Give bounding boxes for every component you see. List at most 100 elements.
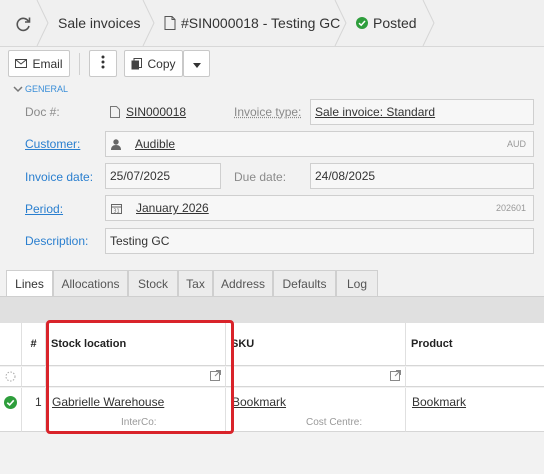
copy-dropdown-button[interactable] <box>183 50 210 77</box>
row-number-cell: 1 <box>22 388 46 432</box>
due-date-field[interactable]: 24/08/2025 <box>310 163 534 189</box>
spinner-icon <box>5 371 16 385</box>
tab-lines[interactable]: Lines <box>6 270 53 297</box>
doc-number-link[interactable]: SIN000018 <box>126 105 186 119</box>
filter-cell-sku[interactable] <box>226 367 406 387</box>
column-header-status <box>0 323 22 366</box>
section-title: GENERAL <box>25 84 69 94</box>
filter-cell-product[interactable] <box>406 367 544 387</box>
description-field[interactable]: Testing GC <box>105 228 534 254</box>
invoice-type-label: Invoice type: <box>234 105 302 119</box>
customer-currency: AUD <box>506 139 526 149</box>
tab-defaults[interactable]: Defaults <box>273 270 336 296</box>
filter-cell-number[interactable] <box>22 367 46 387</box>
section-general-toggle[interactable]: GENERAL <box>13 84 68 94</box>
status-label: Posted <box>373 15 417 31</box>
breadcrumb-separator-icon <box>142 0 156 46</box>
row-status-cell <box>0 388 22 432</box>
due-date-label: Due date: <box>234 170 287 184</box>
status-badge: Posted <box>356 0 417 46</box>
check-circle-icon <box>356 17 368 29</box>
doc-number-label: Doc #: <box>25 105 60 119</box>
check-circle-icon <box>4 396 17 412</box>
period-field[interactable]: 31 January 2026 202601 <box>105 195 534 221</box>
lines-grid: # Stock location SKU Product 1 Gabrielle… <box>0 323 544 474</box>
description-value: Testing GC <box>110 234 170 248</box>
toolbar-divider <box>79 53 80 75</box>
breadcrumb: Sale invoices #SIN000018 - Testing GC Po… <box>0 0 544 47</box>
more-options-button[interactable] <box>89 50 117 77</box>
tab-label: Defaults <box>282 276 327 291</box>
customer-link[interactable]: Audible <box>135 137 175 151</box>
tab-label: Stock <box>137 276 168 291</box>
invoice-date-value: 25/07/2025 <box>110 169 171 183</box>
due-date-value: 24/08/2025 <box>315 169 376 183</box>
breadcrumb-invoice[interactable]: #SIN000018 - Testing GC <box>164 0 340 46</box>
filter-cell-status[interactable] <box>0 367 22 387</box>
customer-field[interactable]: Audible AUD <box>105 131 534 157</box>
column-header-label: SKU <box>231 338 255 350</box>
breadcrumb-separator-icon <box>422 0 436 46</box>
column-header-sku[interactable]: SKU <box>226 323 406 366</box>
envelope-icon <box>15 59 28 68</box>
tab-address[interactable]: Address <box>213 270 273 296</box>
period-link[interactable]: January 2026 <box>136 201 209 215</box>
breadcrumb-sale-invoices[interactable]: Sale invoices <box>58 0 141 46</box>
column-header-stock-location[interactable]: Stock location <box>46 323 226 366</box>
doc-number-field[interactable]: SIN000018 <box>105 99 229 125</box>
refresh-icon[interactable] <box>12 13 34 35</box>
period-code: 202601 <box>495 203 526 213</box>
copy-label: Copy <box>147 56 176 71</box>
column-header-label: # <box>30 338 37 350</box>
tab-label: Address <box>220 276 266 291</box>
interco-caption: InterCo: <box>121 417 157 428</box>
invoice-type-field[interactable]: Sale invoice: Standard <box>310 99 534 125</box>
product-link[interactable]: Bookmark <box>412 395 466 409</box>
document-icon <box>164 16 176 30</box>
tab-bar: Lines Allocations Stock Tax Address Defa… <box>0 270 544 297</box>
tab-label: Allocations <box>61 276 120 291</box>
toolbar: Email Copy <box>0 47 544 83</box>
caret-down-icon <box>192 57 201 71</box>
external-link-icon[interactable] <box>390 370 401 384</box>
breadcrumb-label: #SIN000018 - Testing GC <box>181 15 341 31</box>
kebab-menu-icon <box>101 55 105 72</box>
invoice-date-label: Invoice date: <box>25 170 94 184</box>
person-icon <box>111 138 121 150</box>
column-header-label: Product <box>411 338 453 350</box>
copy-button[interactable]: Copy <box>124 50 183 77</box>
tab-stock[interactable]: Stock <box>128 270 178 296</box>
breadcrumb-separator-icon <box>36 0 50 46</box>
email-label: Email <box>32 56 63 71</box>
invoice-type-link[interactable]: Sale invoice: Standard <box>315 105 435 119</box>
tab-label: Log <box>346 276 368 291</box>
external-link-icon[interactable] <box>210 370 221 384</box>
customer-label[interactable]: Customer: <box>25 137 80 151</box>
calendar-icon: 31 <box>111 203 122 214</box>
document-icon <box>110 106 120 118</box>
copy-icon <box>131 57 143 70</box>
breadcrumb-separator-icon <box>334 0 348 46</box>
column-header-product[interactable]: Product <box>406 323 544 366</box>
description-label: Description: <box>25 234 89 248</box>
grid-toolbar <box>0 297 544 323</box>
column-header-label: Stock location <box>51 338 127 350</box>
chevron-down-icon <box>13 85 23 93</box>
sku-link[interactable]: Bookmark <box>232 395 286 409</box>
svg-text:31: 31 <box>113 208 119 214</box>
tab-label: Lines <box>15 277 44 291</box>
filter-cell-stock-location[interactable] <box>46 367 226 387</box>
row-number: 1 <box>35 395 42 409</box>
table-row-product[interactable]: Bookmark <box>406 388 544 432</box>
tab-tax[interactable]: Tax <box>178 270 213 296</box>
column-header-number[interactable]: # <box>22 323 46 366</box>
period-label[interactable]: Period: <box>25 202 63 216</box>
cost-centre-caption: Cost Centre: <box>306 417 363 428</box>
tab-log[interactable]: Log <box>336 270 378 296</box>
tab-label: Tax <box>186 276 205 291</box>
stock-location-link[interactable]: Gabrielle Warehouse <box>52 395 164 409</box>
tab-allocations[interactable]: Allocations <box>53 270 128 296</box>
invoice-date-field[interactable]: 25/07/2025 <box>105 163 221 189</box>
breadcrumb-label: Sale invoices <box>58 15 141 31</box>
email-button[interactable]: Email <box>8 50 70 77</box>
